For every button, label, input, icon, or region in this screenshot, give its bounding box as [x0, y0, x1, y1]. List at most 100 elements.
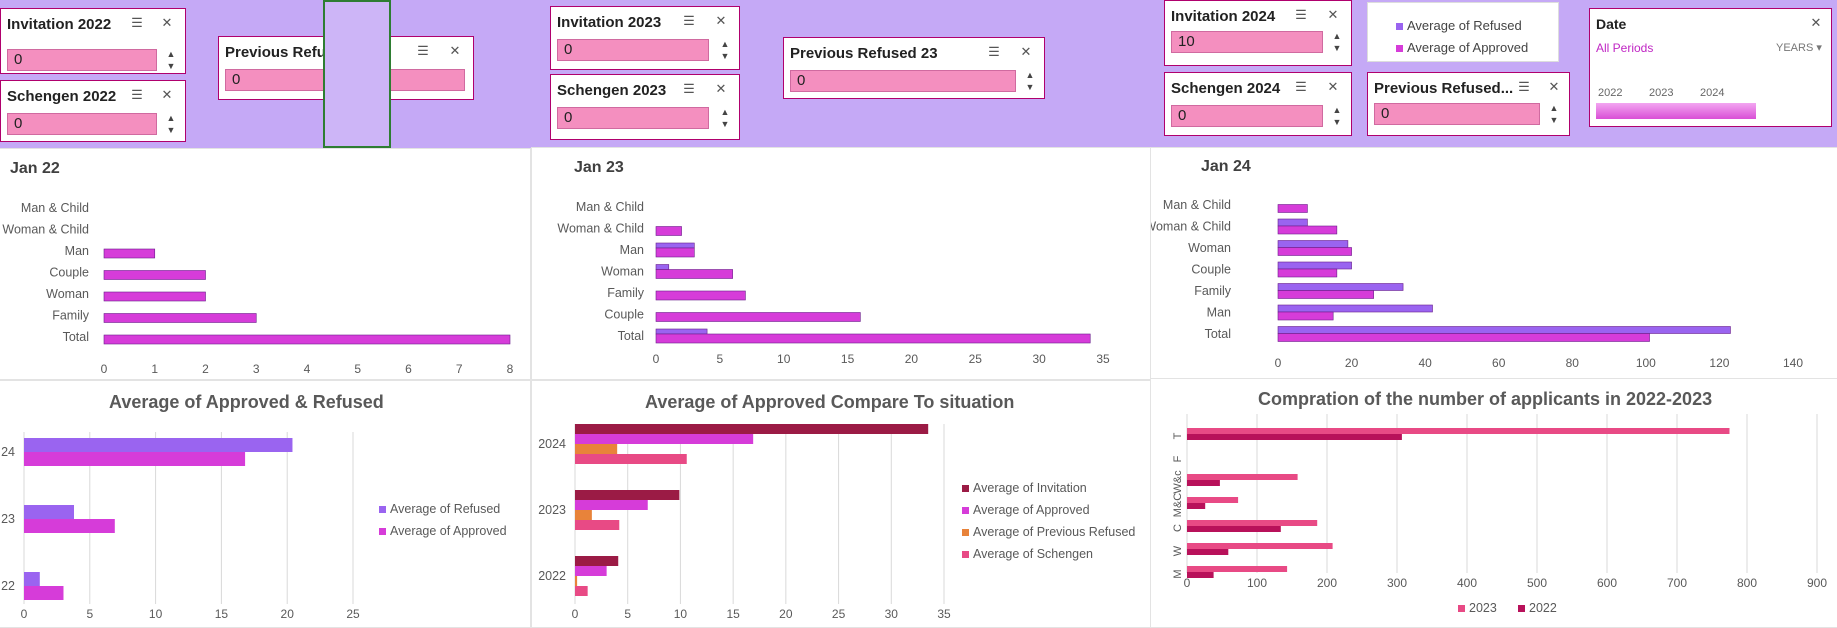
bar [103, 334, 511, 345]
x-tick-label: 20 [1345, 356, 1359, 370]
scroll-down-icon[interactable]: ▼ [1548, 115, 1560, 126]
x-tick-label: 100 [1636, 356, 1656, 370]
scroll-down-icon[interactable]: ▼ [165, 61, 177, 72]
scroll-down-icon[interactable]: ▼ [1331, 43, 1343, 54]
scroll-down-icon[interactable]: ▼ [719, 51, 731, 62]
legend-label: 2022 [1529, 601, 1557, 615]
x-tick-label: 1 [151, 362, 158, 376]
clear-filter-icon[interactable]: ✕ [447, 44, 463, 58]
scroll-up-icon[interactable]: ▲ [1548, 103, 1560, 114]
scroll-up-icon[interactable]: ▲ [1331, 31, 1343, 42]
x-tick-label: 20 [905, 352, 919, 366]
multi-select-icon[interactable]: ☰ [129, 16, 145, 30]
chart-avg-ar-panel: Average of Approved & Refused 0 5 10 15 20 25… [0, 380, 531, 628]
slicer-schengen-2023[interactable]: Schengen 2023 ☰ ✕ 0 ▲ ▼ [550, 74, 740, 140]
scroll-down-icon[interactable]: ▼ [1331, 117, 1343, 128]
clear-filter-icon[interactable]: ✕ [713, 82, 729, 96]
x-tick-label: 0 [1184, 576, 1191, 590]
multi-select-icon[interactable]: ☰ [681, 82, 697, 96]
timeline-date[interactable]: Date ✕ All Periods YEARS ▾ 2022 2023 202… [1589, 8, 1832, 127]
bar [575, 454, 687, 464]
slicer-title: Previous Refused... [1374, 80, 1514, 97]
slicer-schengen-2022[interactable]: Schengen 2022 ☰ ✕ 0 ▲ ▼ [0, 80, 186, 142]
multi-select-icon[interactable]: ☰ [129, 88, 145, 102]
slicer-invitation-2023[interactable]: Invitation 2023 ☰ ✕ 0 ▲ ▼ [550, 6, 740, 70]
y-tick-label: Family [52, 309, 90, 323]
y-tick-label: 24 [1, 445, 15, 459]
clear-filter-icon[interactable]: ✕ [1325, 8, 1341, 22]
bar [1187, 474, 1298, 480]
x-tick-label: 30 [1032, 352, 1046, 366]
scroll-up-icon[interactable]: ▲ [1331, 105, 1343, 116]
bar [575, 510, 592, 520]
slicer-item[interactable]: 0 [557, 107, 709, 129]
y-tick-label: T [1172, 432, 1184, 439]
bar [575, 424, 929, 434]
slicer-item[interactable]: 0 [7, 113, 157, 135]
clear-filter-icon[interactable]: ✕ [159, 88, 175, 102]
x-tick-label: 700 [1667, 576, 1687, 590]
x-tick-label: 8 [507, 362, 514, 376]
clear-filter-icon[interactable]: ✕ [1018, 45, 1034, 59]
bar [575, 434, 754, 444]
scroll-up-icon[interactable]: ▲ [719, 39, 731, 50]
clear-filter-icon[interactable]: ✕ [159, 16, 175, 30]
x-tick-label: 300 [1387, 576, 1407, 590]
slicer-item[interactable]: 0 [1171, 105, 1323, 127]
y-tick-label: 2023 [538, 503, 566, 517]
multi-select-icon[interactable]: ☰ [1293, 80, 1309, 94]
scroll-down-icon[interactable]: ▼ [719, 119, 731, 130]
slicer-schengen-2024[interactable]: Schengen 2024 ☰ ✕ 0 ▲ ▼ [1164, 72, 1352, 136]
slicer-invitation-2024[interactable]: Invitation 2024 ☰ ✕ 10 ▲ ▼ [1164, 0, 1352, 66]
slicer-item[interactable]: 0 [1374, 103, 1540, 125]
scroll-up-icon[interactable]: ▲ [165, 113, 177, 124]
scroll-up-icon[interactable]: ▲ [165, 49, 177, 60]
slicer-item[interactable]: 0 [557, 39, 709, 61]
x-tick-label: 0 [1275, 356, 1282, 370]
x-tick-label: 80 [1566, 356, 1580, 370]
clear-filter-icon[interactable]: ✕ [1546, 80, 1562, 94]
multi-select-icon[interactable]: ☰ [681, 14, 697, 28]
bar [655, 333, 1091, 344]
bar [1277, 268, 1338, 278]
y-tick-label: Man & Child [1163, 198, 1231, 212]
slicer-title: Invitation 2023 [557, 14, 662, 31]
clear-filter-icon[interactable]: ✕ [1808, 16, 1824, 30]
multi-select-icon[interactable]: ☰ [415, 44, 431, 58]
slicer-invitation-2022[interactable]: Invitation 2022 ☰ ✕ 0 ▲ ▼ [0, 8, 186, 74]
y-tick-label: Man & Child [576, 200, 644, 214]
scroll-down-icon[interactable]: ▼ [165, 125, 177, 136]
clear-filter-icon[interactable]: ✕ [713, 14, 729, 28]
bar [1277, 218, 1308, 227]
chart-jan22-panel: Jan 22 0 1 2 3 4 5 6 7 8 Man & Child Woman & Child… [0, 148, 531, 380]
chart-jan24: 0 20 40 60 80 100 120 140 Man & Child Woman & Chi… [1151, 198, 1803, 370]
bar [1187, 480, 1220, 486]
bar [103, 313, 257, 323]
y-tick-label: Woman [46, 287, 89, 301]
y-tick-label: Man [620, 243, 644, 257]
bar [575, 500, 648, 510]
bar [1277, 304, 1433, 313]
legend-swatch [962, 529, 969, 536]
timeline-bar[interactable] [1596, 103, 1756, 119]
scroll-up-icon[interactable]: ▲ [1024, 70, 1036, 81]
slicer-previous-refused-2023[interactable]: Previous Refused 23 ☰ ✕ 0 ▲ ▼ [783, 37, 1045, 99]
multi-select-icon[interactable]: ☰ [1516, 80, 1532, 94]
x-tick-label: 800 [1737, 576, 1757, 590]
slicer-item[interactable]: 0 [7, 49, 157, 71]
bar [1277, 283, 1404, 291]
scroll-down-icon[interactable]: ▼ [1024, 82, 1036, 93]
timeline-level-dropdown[interactable]: YEARS ▾ [1776, 41, 1822, 54]
multi-select-icon[interactable]: ☰ [986, 45, 1002, 59]
chart-jan23: 0 5 10 15 20 25 30 35 Man & Child Woman & Child Ma… [557, 200, 1110, 366]
x-tick-label: 10 [674, 607, 688, 621]
slicer-previous-refused-2024[interactable]: Previous Refused... ☰ ✕ 0 ▲ ▼ [1367, 72, 1570, 136]
slicer-item[interactable]: 0 [790, 70, 1016, 92]
slicer-item[interactable]: 10 [1171, 31, 1323, 53]
clear-filter-icon[interactable]: ✕ [1325, 80, 1341, 94]
y-tick-label: Woman [1188, 241, 1231, 255]
bar [103, 270, 206, 280]
selected-cell[interactable] [323, 0, 391, 148]
multi-select-icon[interactable]: ☰ [1293, 8, 1309, 22]
scroll-up-icon[interactable]: ▲ [719, 107, 731, 118]
